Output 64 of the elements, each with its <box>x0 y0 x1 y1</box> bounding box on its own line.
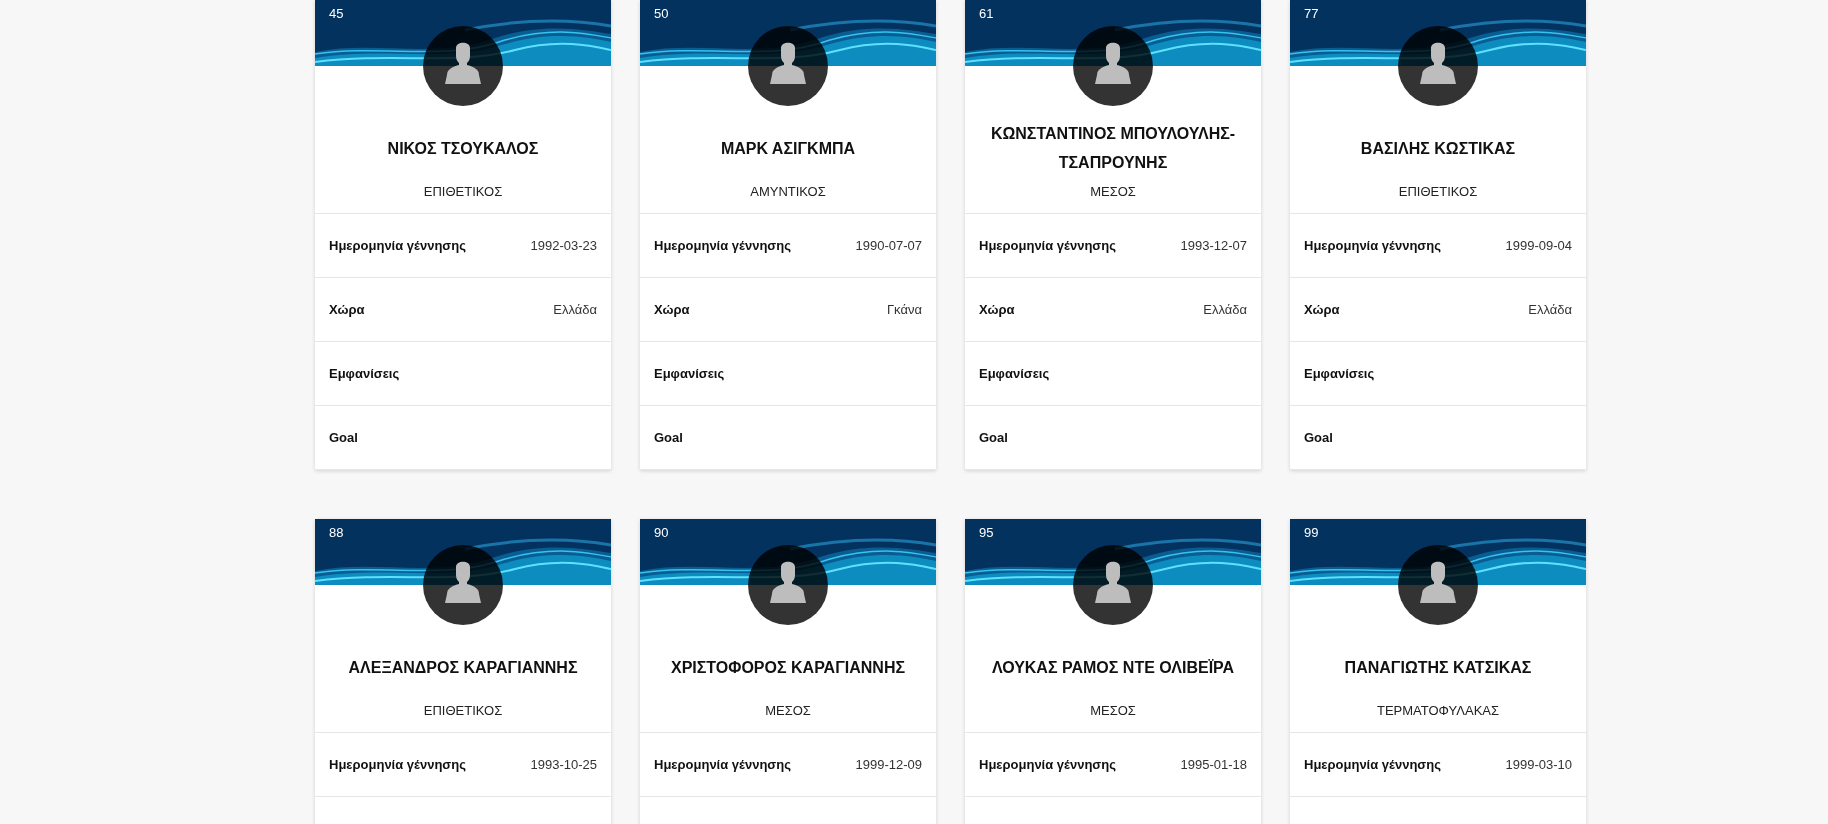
field-value: Ελλάδα <box>1203 302 1247 317</box>
field-label: Ημερομηνία γέννησης <box>329 238 466 253</box>
player-name: ΒΑΣΙΛΗΣ ΚΩΣΤΙΚΑΣ <box>1360 138 1516 159</box>
avatar-silhouette-icon <box>748 26 828 106</box>
field-label: Ημερομηνία γέννησης <box>979 757 1116 772</box>
field-value: 1993-10-25 <box>530 757 597 772</box>
field-value: 1993-12-07 <box>1180 238 1247 253</box>
field-label: Ημερομηνία γέννησης <box>654 757 791 772</box>
player-position: ΑΜΥΝΤΙΚΟΣ <box>640 181 936 214</box>
field-value: Ελλάδα <box>1528 302 1572 317</box>
field-label: Χώρα <box>979 302 1015 317</box>
player-name: ΠΑΝΑΓΙΩΤΗΣ ΚΑΤΣΙΚΑΣ <box>1344 657 1532 678</box>
field-label: Χώρα <box>329 302 365 317</box>
field-value: 1999-12-09 <box>855 757 922 772</box>
field-label: Ημερομηνία γέννησης <box>1304 238 1441 253</box>
field-label: Ημερομηνία γέννησης <box>329 757 466 772</box>
field-label: Εμφανίσεις <box>329 366 400 381</box>
avatar-silhouette-icon <box>748 545 828 625</box>
player-position: ΜΕΣΟΣ <box>965 181 1261 214</box>
field-value: 1995-01-18 <box>1180 757 1247 772</box>
field-label: Ημερομηνία γέννησης <box>979 238 1116 253</box>
field-value: 1999-09-04 <box>1505 238 1572 253</box>
avatar-silhouette-icon <box>1398 26 1478 106</box>
field-label: Εμφανίσεις <box>1304 366 1375 381</box>
player-name: ΑΛΕΞΑΝΔΡΟΣ ΚΑΡΑΓΙΑΝΝΗΣ <box>348 657 578 678</box>
field-label: Ημερομηνία γέννησης <box>1304 757 1441 772</box>
player-position: ΕΠΙΘΕΤΙΚΟΣ <box>315 181 611 214</box>
player-position: ΤΕΡΜΑΤΟΦΥΛΑΚΑΣ <box>1290 700 1586 733</box>
field-value: Ελλάδα <box>553 302 597 317</box>
field-value: 1992-03-23 <box>530 238 597 253</box>
player-name: ΝΙΚΟΣ ΤΣΟΥΚΑΛΟΣ <box>387 138 539 159</box>
field-label: Χώρα <box>654 302 690 317</box>
player-name: ΚΩΝΣΤΑΝΤΙΝΟΣ ΜΠΟΥΛΟΥΛΗΣ-ΤΣΑΠΡΟΥΝΗΣ <box>989 124 1237 173</box>
jersey-number: 88 <box>329 525 344 540</box>
field-label: Goal <box>329 430 358 445</box>
player-name: ΧΡΙΣΤΟΦΟΡΟΣ ΚΑΡΑΓΙΑΝΝΗΣ <box>670 657 906 678</box>
jersey-number: 99 <box>1304 525 1319 540</box>
player-name: ΛΟΥΚΑΣ ΡΑΜΟΣ ΝΤΕ ΟΛΙΒΕΪΡΑ <box>991 657 1235 678</box>
jersey-number: 90 <box>654 525 669 540</box>
field-label: Goal <box>979 430 1008 445</box>
avatar-silhouette-icon <box>423 545 503 625</box>
field-label: Εμφανίσεις <box>979 366 1050 381</box>
player-position: ΕΠΙΘΕΤΙΚΟΣ <box>1290 181 1586 214</box>
avatar-silhouette-icon <box>1073 26 1153 106</box>
field-label: Ημερομηνία γέννησης <box>654 238 791 253</box>
jersey-number: 77 <box>1304 6 1319 21</box>
field-label: Εμφανίσεις <box>654 366 725 381</box>
field-value: 1999-03-10 <box>1505 757 1572 772</box>
jersey-number: 61 <box>979 6 994 21</box>
avatar-silhouette-icon <box>423 26 503 106</box>
jersey-number: 95 <box>979 525 994 540</box>
player-position: ΜΕΣΟΣ <box>640 700 936 733</box>
avatar-silhouette-icon <box>1073 545 1153 625</box>
field-value: Γκάνα <box>886 302 922 317</box>
player-position: ΕΠΙΘΕΤΙΚΟΣ <box>315 700 611 733</box>
player-name: ΜΑΡΚ ΑΣΙΓΚΜΠΑ <box>720 138 856 159</box>
field-label: Goal <box>654 430 683 445</box>
jersey-number: 50 <box>654 6 669 21</box>
avatar-silhouette-icon <box>1398 545 1478 625</box>
field-value: 1990-07-07 <box>855 238 922 253</box>
jersey-number: 45 <box>329 6 344 21</box>
field-label: Goal <box>1304 430 1333 445</box>
field-label: Χώρα <box>1304 302 1340 317</box>
player-position: ΜΕΣΟΣ <box>965 700 1261 733</box>
